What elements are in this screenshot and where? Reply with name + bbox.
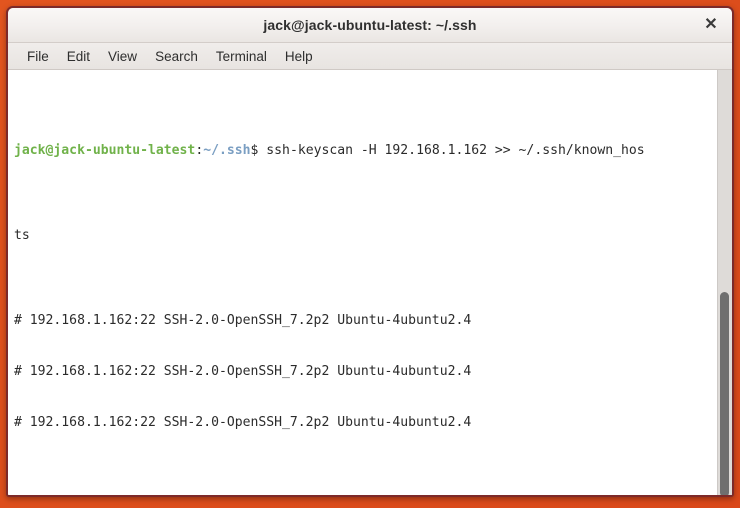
menu-item-edit[interactable]: Edit <box>58 46 99 67</box>
terminal-output-line: # 192.168.1.162:22 SSH-2.0-OpenSSH_7.2p2… <box>14 363 717 380</box>
menu-item-view[interactable]: View <box>99 46 146 67</box>
menu-item-terminal[interactable]: Terminal <box>207 46 276 67</box>
menu-item-help[interactable]: Help <box>276 46 322 67</box>
menu-bar: File Edit View Search Terminal Help <box>8 43 732 70</box>
typed-command: ssh-keyscan -H 192.168.1.162 >> ~/.ssh/k… <box>258 143 645 158</box>
menu-item-search[interactable]: Search <box>146 46 207 67</box>
close-icon[interactable]: ✕ <box>700 14 722 36</box>
terminal-command-wrap: ts <box>14 227 717 244</box>
terminal-content-area: jack@jack-ubuntu-latest:~/.ssh$ ssh-keys… <box>8 70 732 495</box>
prompt-path: ~/.ssh <box>203 143 251 158</box>
terminal-window: jack@jack-ubuntu-latest: ~/.ssh ✕ File E… <box>6 6 734 497</box>
output-line-text: # 192.168.1.162:22 SSH-2.0-OpenSSH_7.2p2… <box>14 364 472 379</box>
vertical-scrollbar[interactable] <box>717 70 732 495</box>
prompt-user-host: jack@jack-ubuntu-latest <box>14 143 196 158</box>
terminal-output-line: # 192.168.1.162:22 SSH-2.0-OpenSSH_7.2p2… <box>14 312 717 329</box>
window-title: jack@jack-ubuntu-latest: ~/.ssh <box>263 17 477 33</box>
terminal-output-line: # 192.168.1.162:22 SSH-2.0-OpenSSH_7.2p2… <box>14 414 717 431</box>
output-line-text: # 192.168.1.162:22 SSH-2.0-OpenSSH_7.2p2… <box>14 313 472 328</box>
menu-item-file[interactable]: File <box>18 46 58 67</box>
output-line-text: # 192.168.1.162:22 SSH-2.0-OpenSSH_7.2p2… <box>14 415 472 430</box>
scrollbar-thumb[interactable] <box>720 292 729 495</box>
window-titlebar[interactable]: jack@jack-ubuntu-latest: ~/.ssh ✕ <box>8 8 732 43</box>
terminal-output[interactable]: jack@jack-ubuntu-latest:~/.ssh$ ssh-keys… <box>8 70 717 495</box>
desktop-background: jack@jack-ubuntu-latest: ~/.ssh ✕ File E… <box>0 0 740 508</box>
typed-command-wrap: ts <box>14 228 30 243</box>
terminal-command-line: jack@jack-ubuntu-latest:~/.ssh$ ssh-keys… <box>14 142 717 159</box>
